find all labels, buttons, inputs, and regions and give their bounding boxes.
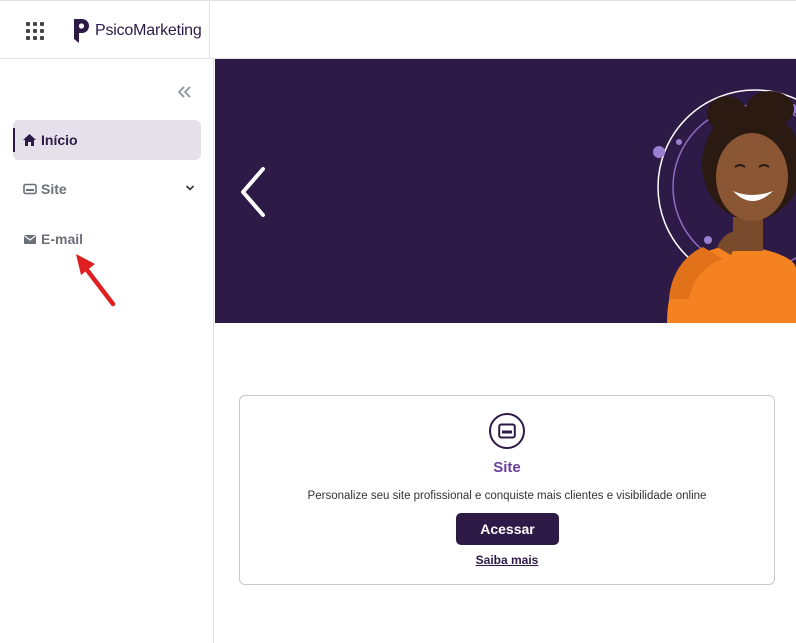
brand-area: PsicoMarketing [0,1,210,59]
sidebar-item-label: E-mail [41,231,84,247]
chevron-left-icon[interactable] [237,165,269,219]
sidebar-item-label: Início [41,132,78,148]
sidebar-item-inicio[interactable]: Início [13,120,201,160]
sidebar-item-site[interactable]: Site [13,169,201,209]
hero-banner [215,59,796,323]
top-bar: PsicoMarketing [0,0,796,59]
sidebar-item-label: Site [41,181,67,197]
psicomarketing-logo-icon [74,19,89,43]
card-description: Personalize seu site profissional e conq… [307,490,707,502]
brand-logo[interactable]: PsicoMarketing [71,18,202,44]
site-card: Site Personalize seu site profissional e… [239,395,775,585]
chevron-down-icon[interactable] [185,183,195,193]
apps-grid-icon[interactable] [26,22,44,40]
acessar-button[interactable]: Acessar [456,513,559,545]
browser-icon [489,413,525,449]
hero-illustration [653,89,796,323]
double-chevron-left-icon[interactable] [176,85,192,99]
home-icon [22,133,37,147]
brand-name: PsicoMarketing [95,22,202,39]
envelope-icon [22,232,37,246]
saiba-mais-link[interactable]: Saiba mais [240,553,774,567]
sidebar: Início Site E-mail [0,59,214,643]
annotation-arrow [76,254,116,307]
card-title: Site [493,459,521,476]
browser-icon [22,182,37,196]
